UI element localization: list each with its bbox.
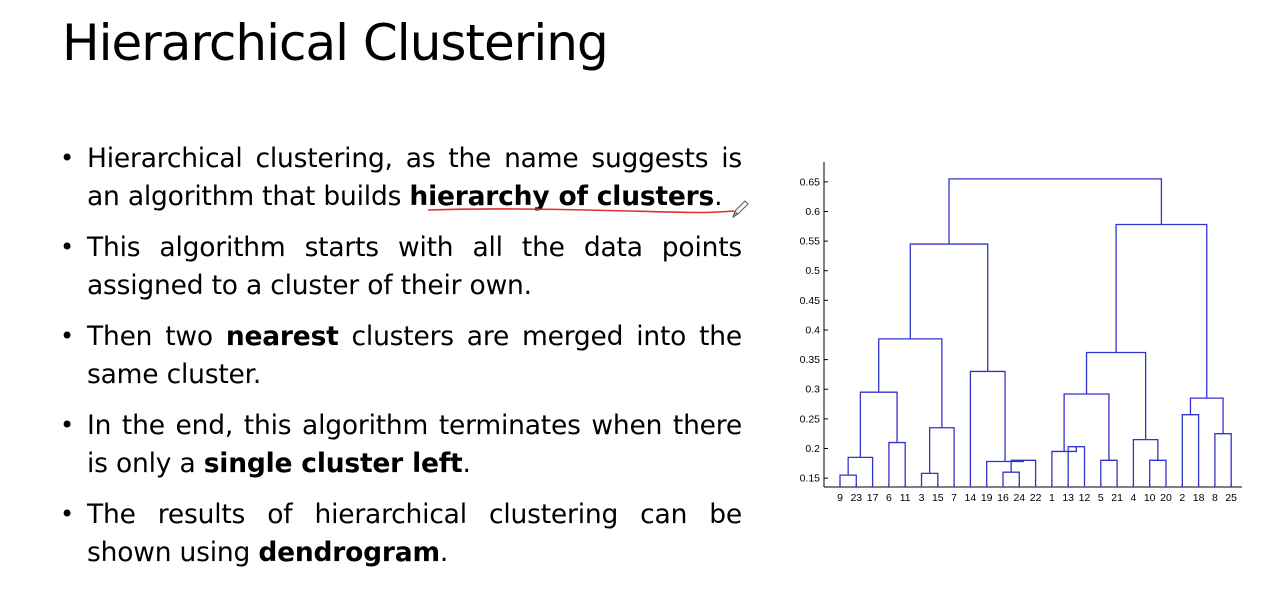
leaf-label: 6 [886, 492, 892, 504]
red-underline-annotation [427, 208, 735, 214]
y-tick-label: 0.65 [800, 176, 821, 188]
y-tick-label: 0.55 [800, 236, 821, 248]
y-tick-label: 0.3 [805, 384, 820, 396]
y-tick-label: 0.35 [800, 354, 821, 366]
dendrogram-link [1063, 393, 1110, 461]
y-tick-label: 0.5 [805, 265, 820, 277]
bullet-item: • Hierarchical clustering, as the name su… [60, 140, 742, 215]
dendrogram-link [1085, 351, 1147, 440]
bullet-marker: • [60, 144, 74, 172]
leaf-label: 9 [837, 492, 843, 504]
bold-term: nearest [225, 321, 339, 352]
leaf-label: 13 [1062, 492, 1074, 504]
dendrogram-link [909, 243, 989, 372]
leaf-label: 4 [1130, 492, 1136, 504]
leaf-label: 15 [932, 492, 944, 504]
bullet-item: • The results of hierarchical clustering … [60, 496, 742, 571]
bullet-text: . [439, 536, 449, 568]
dendrogram-link [1010, 459, 1037, 487]
bullet-marker: • [60, 411, 74, 439]
dendrogram-link [969, 370, 1006, 487]
bullet-text: Then two [87, 321, 226, 352]
y-tick-label: 0.6 [805, 206, 820, 218]
leaf-label: 14 [965, 492, 977, 504]
dendrogram-link [1051, 446, 1077, 487]
bullet-marker: • [60, 322, 74, 350]
bold-term: single cluster left [203, 447, 463, 479]
bullet-item: • Then two nearest clusters are merged in… [60, 318, 742, 393]
dendrogram-chart: 0.15 0.2 0.25 0.3 0.35 0.4 0.45 0.5 0.55 0.6 0.65 9… [800, 162, 1242, 504]
dendrogram-link [1214, 433, 1232, 487]
pencil-icon [732, 200, 749, 219]
dendrogram-link [929, 427, 955, 487]
leaf-label: 25 [1225, 492, 1237, 504]
leaf-label: 24 [1013, 492, 1025, 504]
leaf-label: 1 [1049, 492, 1055, 504]
leaf-label: 8 [1212, 492, 1218, 504]
dendrogram-link [859, 391, 898, 458]
dendrogram-link [888, 441, 906, 487]
leaf-label: 7 [951, 492, 957, 504]
dendrogram-link [920, 472, 939, 487]
dendrogram-link [839, 474, 857, 487]
bullet-text: . [462, 447, 471, 479]
bullet-marker: • [60, 233, 74, 261]
leaf-label: 11 [900, 492, 911, 504]
dendrogram-link [1149, 459, 1167, 487]
leaf-label: 19 [981, 492, 993, 504]
leaf-label: 18 [1193, 492, 1205, 504]
leaf-label: 5 [1098, 492, 1104, 504]
dendrogram-link [948, 178, 1163, 245]
dendrogram-link [1115, 223, 1208, 399]
leaf-label: 12 [1079, 492, 1091, 504]
y-tick-label: 0.2 [805, 443, 820, 455]
leaf-label: 22 [1030, 492, 1042, 504]
leaf-label: 20 [1160, 492, 1172, 504]
bullet-marker: • [60, 500, 74, 528]
bullet-item: • This algorithm starts with all the data… [60, 229, 742, 304]
leaf-label: 16 [997, 492, 1009, 504]
dendrogram-link [1132, 438, 1159, 487]
y-tick-label: 0.45 [800, 295, 821, 307]
leaf-label: 10 [1144, 492, 1156, 504]
leaf-label: 23 [850, 492, 862, 504]
y-tick-label: 0.25 [800, 413, 821, 425]
leaf-label: 3 [919, 492, 925, 504]
slide-title: Hierarchical Clustering [62, 14, 609, 72]
dendrogram-link [1181, 414, 1200, 487]
dendrogram-link [1002, 471, 1020, 487]
dendrogram-link [986, 460, 1025, 487]
leaf-label: 21 [1111, 492, 1123, 504]
dendrogram-link [1100, 459, 1118, 487]
dendrogram-link [878, 338, 943, 428]
leaf-label: 17 [867, 492, 879, 504]
bullet-item: • In the end, this algorithm terminates w… [60, 407, 742, 482]
leaf-label: 2 [1179, 492, 1185, 504]
y-tick-label: 0.4 [805, 324, 820, 336]
dendrogram-link [847, 456, 874, 487]
y-tick-label: 0.15 [800, 473, 821, 485]
dendrogram-link [1189, 397, 1224, 434]
dendrogram-link [1067, 446, 1086, 487]
bold-term: dendrogram [258, 536, 440, 568]
bullet-text: This algorithm starts with all the data … [87, 232, 742, 301]
